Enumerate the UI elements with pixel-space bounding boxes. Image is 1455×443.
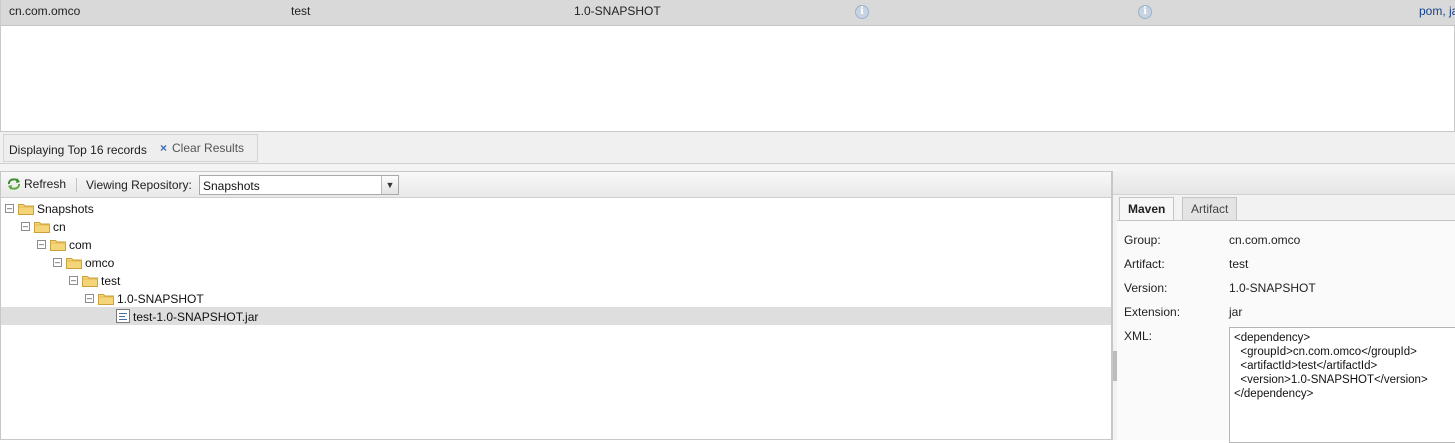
repository-select-value: Snapshots bbox=[203, 179, 260, 193]
status-box: Displaying Top 16 records × Clear Results bbox=[3, 134, 258, 162]
close-icon: × bbox=[160, 141, 168, 155]
tree-node-label: cn bbox=[53, 220, 66, 234]
artifact-value: test bbox=[1229, 257, 1249, 271]
extension-value: jar bbox=[1229, 305, 1243, 319]
tree-node-test[interactable]: – test bbox=[65, 272, 265, 290]
tree-node-label: test-1.0-SNAPSHOT.jar bbox=[133, 310, 259, 324]
file-icon bbox=[116, 309, 130, 323]
tree-node-cn[interactable]: – cn bbox=[17, 218, 217, 236]
artifact-detail-panel: Maven Artifact Group: cn.com.omco Artifa… bbox=[1112, 171, 1455, 443]
folder-icon bbox=[50, 240, 66, 251]
tree-node-label: 1.0-SNAPSHOT bbox=[117, 292, 204, 306]
collapse-icon[interactable]: – bbox=[37, 240, 46, 249]
result-group-cell: cn.com.omco bbox=[9, 4, 81, 18]
refresh-button[interactable]: Refresh bbox=[7, 177, 66, 191]
result-row[interactable]: cn.com.omco test 1.0-SNAPSHOT i i pom, j… bbox=[1, 0, 1455, 26]
snapshot-info-icon[interactable]: i bbox=[855, 5, 869, 19]
refresh-icon bbox=[7, 178, 21, 190]
chevron-down-icon[interactable]: ▼ bbox=[381, 176, 398, 194]
release-info-icon[interactable]: i bbox=[1138, 5, 1152, 19]
tree-node-com[interactable]: – com bbox=[33, 236, 233, 254]
repository-tree-panel: Refresh Viewing Repository: Snapshots ▼ … bbox=[0, 171, 1112, 440]
panel-gap bbox=[0, 164, 1455, 171]
tree-node-label: omco bbox=[85, 256, 115, 270]
tab-maven[interactable]: Maven bbox=[1119, 197, 1175, 221]
clear-results-button[interactable]: × Clear Results bbox=[160, 141, 244, 155]
detail-panel-header bbox=[1113, 171, 1455, 195]
version-label: Version: bbox=[1124, 281, 1168, 295]
folder-icon bbox=[82, 276, 98, 287]
clear-results-label: Clear Results bbox=[172, 141, 245, 155]
collapse-icon[interactable]: – bbox=[21, 222, 30, 231]
result-packaging-links[interactable]: pom, ja bbox=[1419, 4, 1455, 18]
group-label: Group: bbox=[1124, 233, 1161, 247]
toolbar-separator bbox=[76, 178, 77, 192]
folder-icon bbox=[66, 258, 82, 269]
folder-icon bbox=[98, 294, 114, 305]
results-status-bar: Displaying Top 16 records × Clear Results bbox=[0, 132, 1455, 164]
result-version-cell: 1.0-SNAPSHOT bbox=[574, 4, 661, 18]
group-value: cn.com.omco bbox=[1229, 233, 1301, 247]
records-count-text: Displaying Top 16 records bbox=[9, 143, 147, 157]
tree-node-jar-file[interactable]: test-1.0-SNAPSHOT.jar bbox=[1, 307, 1111, 325]
tab-artifact[interactable]: Artifact bbox=[1182, 197, 1238, 220]
tree-node-snapshots[interactable]: – Snapshots bbox=[1, 200, 201, 218]
tree-toolbar: Refresh Viewing Repository: Snapshots ▼ bbox=[1, 172, 1111, 198]
xml-snippet-textarea[interactable]: <dependency> <groupId>cn.com.omco</group… bbox=[1229, 327, 1455, 443]
tree-node-omco[interactable]: – omco bbox=[49, 254, 249, 272]
folder-icon bbox=[34, 222, 50, 233]
collapse-icon[interactable]: – bbox=[53, 258, 62, 267]
search-results-grid: cn.com.omco test 1.0-SNAPSHOT i i pom, j… bbox=[0, 0, 1455, 132]
extension-label: Extension: bbox=[1124, 305, 1181, 319]
collapse-icon[interactable]: – bbox=[69, 276, 78, 285]
xml-label: XML: bbox=[1124, 329, 1153, 343]
viewing-repository-label: Viewing Repository: bbox=[86, 178, 192, 192]
folder-icon bbox=[18, 204, 34, 215]
tree-node-label: Snapshots bbox=[37, 202, 94, 216]
tree-node-version[interactable]: – 1.0-SNAPSHOT bbox=[81, 290, 281, 308]
artifact-label: Artifact: bbox=[1124, 257, 1165, 271]
tree-node-label: test bbox=[101, 274, 121, 288]
result-artifact-cell: test bbox=[291, 4, 311, 18]
version-value: 1.0-SNAPSHOT bbox=[1229, 281, 1316, 295]
repository-select[interactable]: Snapshots ▼ bbox=[199, 175, 399, 195]
tree-node-label: com bbox=[69, 238, 92, 252]
maven-tab-body: Group: cn.com.omco Artifact: test Versio… bbox=[1117, 220, 1455, 443]
refresh-label: Refresh bbox=[24, 177, 67, 191]
collapse-icon[interactable]: – bbox=[5, 204, 14, 213]
collapse-icon[interactable]: – bbox=[85, 294, 94, 303]
